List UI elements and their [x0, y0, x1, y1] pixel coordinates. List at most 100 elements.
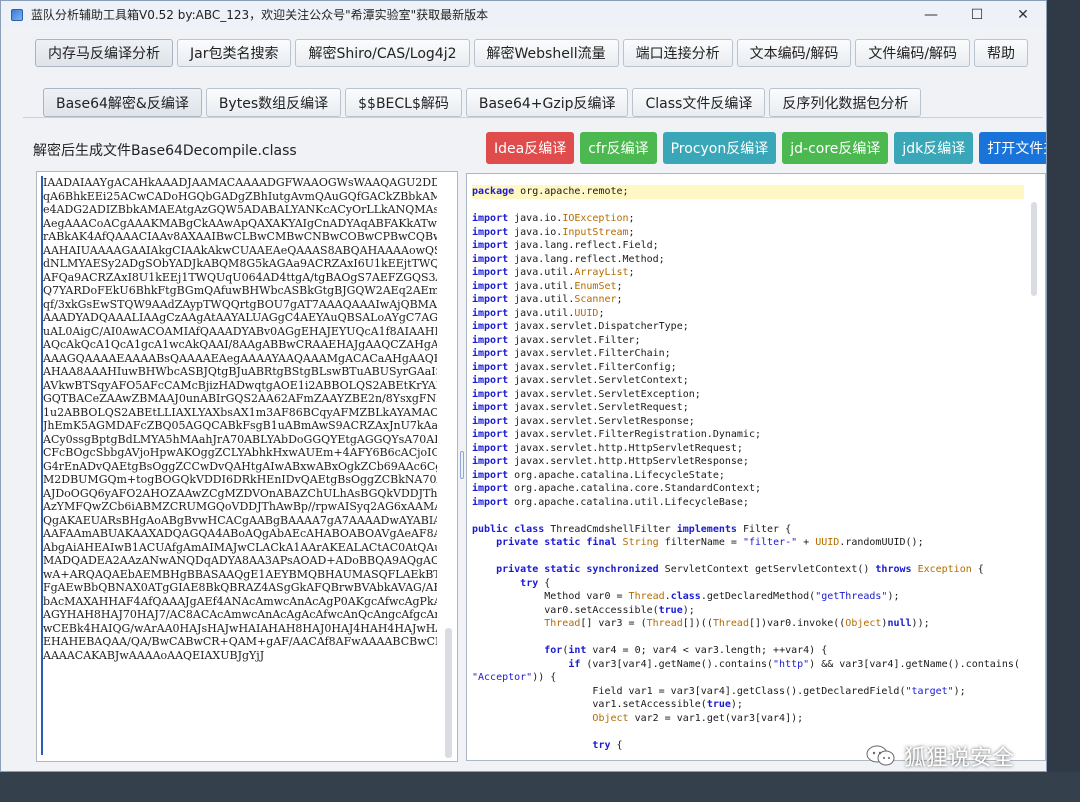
code-token: try [520, 577, 539, 589]
code-line: try { [472, 577, 1024, 591]
code-token: ThreadCmdshellFilter [544, 523, 677, 535]
main-tab-bar: 内存马反编译分析 Jar包类名搜索 解密Shiro/CAS/Log4j2 解密W… [35, 39, 1029, 67]
left-scrollbar[interactable] [443, 176, 453, 758]
code-token: EnumSet [574, 280, 617, 292]
code-token: ; [598, 307, 605, 319]
code-line: if (var3[var4].getName().contains("http"… [472, 658, 1024, 672]
code-token: UUID [815, 537, 840, 548]
tab-port-analysis[interactable]: 端口连接分析 [622, 39, 733, 67]
window-title: 蓝队分析辅助工具箱V0.52 by:ABC_123，欢迎关注公众号"希潭实验室"… [31, 8, 489, 22]
code-token: import [472, 375, 509, 386]
tab-base64-gzip[interactable]: Base64+Gzip反编译 [465, 88, 629, 117]
code-token: ; [616, 280, 623, 292]
code-token: ; [616, 294, 623, 305]
code-token: Thread [712, 618, 749, 629]
tab-becl-decode[interactable]: $$BECL$解码 [345, 88, 462, 117]
code-token: public class [472, 523, 545, 535]
code-token: import [472, 294, 509, 305]
code-token: "filter-" [742, 537, 798, 548]
code-token: Exception [917, 564, 972, 575]
code-token: var1.setAccessible( [472, 699, 707, 710]
code-token: import [472, 267, 509, 278]
idea-decompile-button[interactable]: Idea反编译 [486, 132, 575, 164]
tab-text-codec[interactable]: 文本编码/解码 [736, 39, 852, 67]
open-folder-button[interactable]: 打开文件夹 [979, 132, 1046, 164]
code-token: java.util. [508, 307, 575, 319]
decompiled-code-view[interactable]: package org.apache.remote; import java.i… [466, 173, 1046, 761]
tab-memshell-decompile[interactable]: 内存马反编译分析 [35, 39, 173, 67]
code-token: throws [875, 564, 912, 575]
code-line: import javax.servlet.Filter; [472, 334, 1024, 348]
code-token: String [622, 537, 659, 548]
code-line: import javax.servlet.FilterRegistration.… [472, 428, 1024, 442]
code-token: Field var1 = var3[var4].getClass().getDe… [472, 685, 906, 697]
pane-splitter[interactable] [458, 171, 466, 762]
code-token: "Acceptor" [472, 672, 533, 683]
close-button[interactable]: ✕ [1000, 1, 1046, 28]
splitter-grip[interactable] [460, 451, 464, 479]
maximize-button[interactable]: ☐ [954, 1, 1000, 28]
tab-decrypt-webshell[interactable]: 解密Webshell流量 [473, 39, 619, 67]
code-token: import [472, 456, 509, 467]
tab-jar-class-search[interactable]: Jar包类名搜索 [177, 39, 292, 67]
code-token: javax.servlet.FilterChain; [508, 348, 671, 359]
code-line: import org.apache.catalina.LifecycleStat… [472, 469, 1024, 483]
tab-class-decompile[interactable]: Class文件反编译 [632, 88, 766, 117]
code-line: import javax.servlet.ServletRequest; [472, 401, 1024, 415]
code-token: { [610, 739, 623, 751]
code-token: )) { [532, 672, 557, 683]
tab-bytes-decompile[interactable]: Bytes数组反编译 [205, 88, 342, 117]
code-token: .getDeclaredMethod( [700, 591, 816, 602]
desktop-background [1046, 0, 1080, 802]
code-token: javax.servlet.FilterRegistration.Dynamic… [508, 429, 761, 440]
tab-help[interactable]: 帮助 [974, 39, 1029, 67]
jdk-decompile-button[interactable]: jdk反编译 [894, 132, 974, 164]
code-token: java.lang.reflect.Field; [508, 240, 659, 251]
code-token: Object [592, 712, 629, 724]
cfr-decompile-button[interactable]: cfr反编译 [580, 132, 657, 164]
procyon-decompile-button[interactable]: Procyon反编译 [662, 132, 777, 164]
minimize-button[interactable]: — [908, 1, 954, 28]
code-line: Thread[] var3 = (Thread[])((Thread[])var… [472, 617, 1024, 631]
base64-text: IAADAIAAYgACAHkAAADJAAMACAAAADGFWAAOGWsW… [43, 176, 437, 662]
watermark-text: 狐狸说安全 [904, 746, 1015, 771]
code-token: UUID [574, 307, 599, 319]
tab-base64-decompile[interactable]: Base64解密&反编译 [43, 88, 202, 117]
code-line: import java.util.UUID; [472, 307, 1024, 321]
code-token: Method var0 = [472, 591, 629, 602]
code-token: Thread [628, 591, 665, 602]
code-token: org.apache.catalina.util.LifecycleBase; [508, 496, 749, 508]
code-token: package [472, 186, 515, 197]
wechat-icon [866, 745, 895, 766]
watermark: 狐狸说安全 [866, 740, 1014, 772]
code-line: public class ThreadCmdshellFilter implem… [472, 523, 1024, 537]
code-token: ); [730, 699, 743, 710]
code-token: true [706, 699, 731, 710]
base64-input-textarea[interactable]: IAADAIAAYgACAHkAAADJAAMACAAAADGFWAAOGWsW… [36, 171, 458, 762]
code-token: import [472, 388, 509, 400]
code-token: import [472, 442, 509, 454]
code-token: { [971, 564, 984, 575]
code-token: private static synchronized [496, 564, 659, 575]
code-line: private static final String filterName =… [472, 536, 1024, 550]
code-token: javax.servlet.Filter; [508, 334, 641, 346]
tab-deserialize-analysis[interactable]: 反序列化数据包分析 [769, 88, 922, 117]
code-token: import [472, 429, 509, 440]
code-token: import [472, 321, 509, 332]
code-line: for(int var4 = 0; var4 < var3.length; ++… [472, 644, 1024, 658]
code-token: IOException [562, 213, 629, 224]
tab-file-codec[interactable]: 文件编码/解码 [855, 39, 971, 67]
code-token: import [472, 280, 509, 292]
code-token: javax.servlet.ServletRequest; [508, 402, 689, 413]
tab-decrypt-shiro[interactable]: 解密Shiro/CAS/Log4j2 [295, 39, 470, 67]
right-scrollbar[interactable] [1029, 194, 1039, 754]
right-scrollbar-thumb[interactable] [1031, 202, 1037, 296]
code-token: import [472, 469, 509, 481]
code-token: import [472, 348, 509, 359]
code-token: org.apache.remote; [514, 186, 629, 197]
jdcore-decompile-button[interactable]: jd-core反编译 [782, 132, 889, 164]
left-scrollbar-thumb[interactable] [445, 628, 452, 758]
code-token: import [472, 253, 509, 265]
